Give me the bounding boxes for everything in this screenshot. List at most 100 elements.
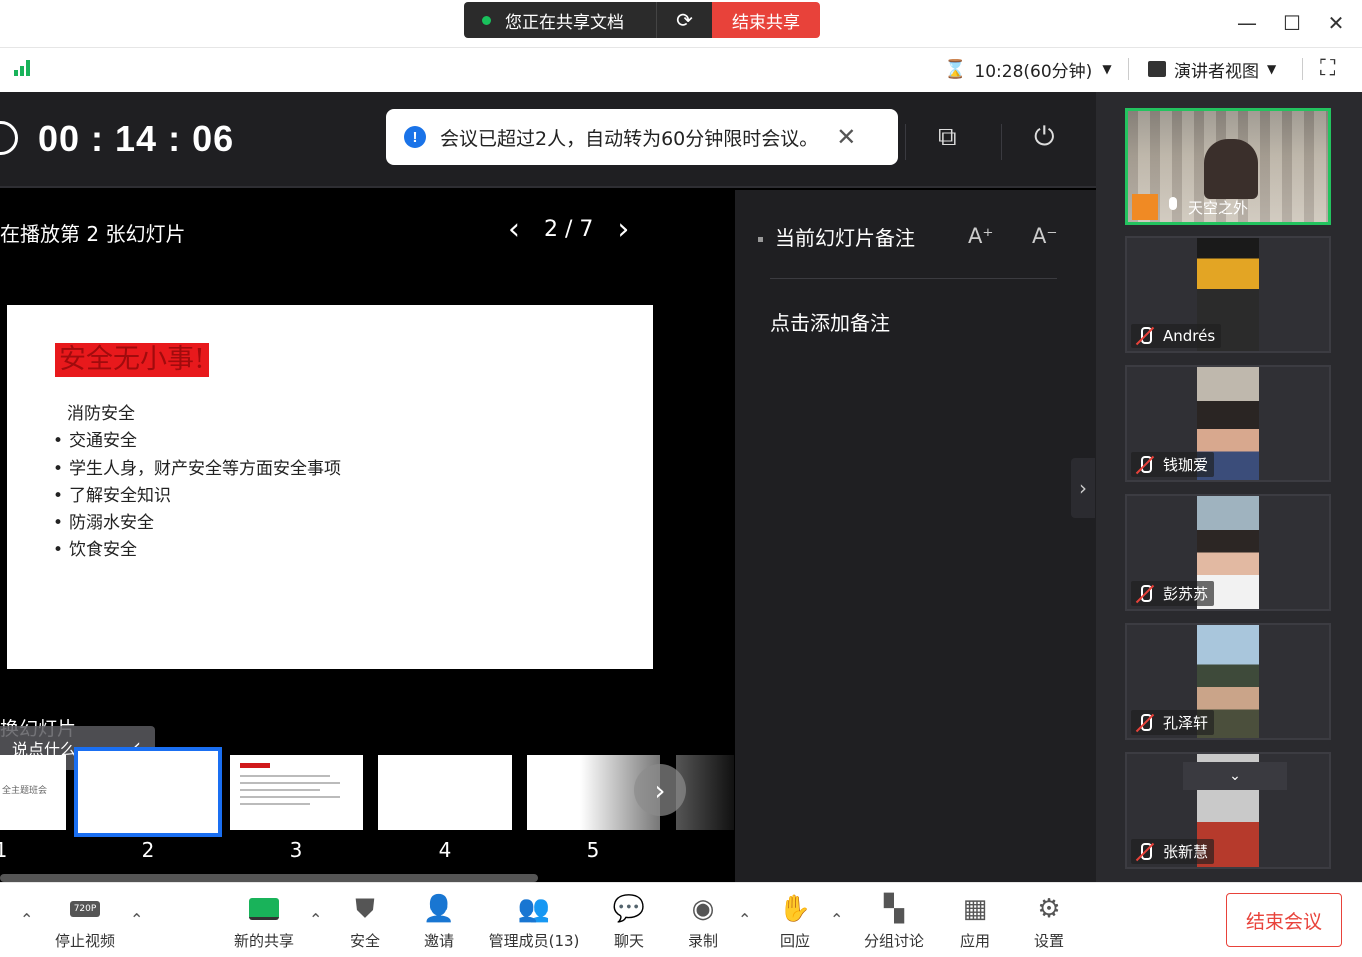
chevron-right-icon: › xyxy=(1079,476,1087,500)
participant-tile[interactable]: 彭苏苏 xyxy=(1125,494,1331,611)
hourglass-icon: ⌛ xyxy=(944,58,967,80)
thumb-line xyxy=(240,782,340,784)
participant-label: 彭苏苏 xyxy=(1131,581,1215,606)
breakout-icon: ▚ xyxy=(884,894,904,924)
current-slide: 安全无小事! 消防安全 交通安全 学生人身，财产安全等方面安全事项 了解安全知识… xyxy=(7,305,653,669)
meeting-time-dropdown[interactable]: ⌛ 10:28(60分钟) ▼ xyxy=(944,56,1112,82)
participant-tile[interactable]: Andrés xyxy=(1125,236,1331,353)
participant-tile[interactable]: 孔泽轩 xyxy=(1125,623,1331,740)
collapse-gallery-button[interactable]: › xyxy=(1071,458,1095,518)
microphone-muted-icon xyxy=(1135,842,1155,862)
refresh-share-button[interactable]: ⟳ xyxy=(656,2,712,38)
minimize-icon: — xyxy=(1237,11,1257,35)
slide-navigation: ‹ 2 / 7 › xyxy=(508,212,629,247)
slide-thumbnail-4[interactable] xyxy=(378,755,512,830)
record-icon: ◉ xyxy=(691,894,715,924)
switch-screen-button[interactable]: ⧉ xyxy=(938,122,957,153)
thumb-line xyxy=(240,775,330,777)
divider xyxy=(1128,58,1129,80)
reaction-options-button[interactable]: ⌃ xyxy=(830,910,843,929)
chevron-down-icon: ▼ xyxy=(1102,62,1112,76)
view-mode-dropdown[interactable]: 演讲者视图 ▼ xyxy=(1148,56,1276,82)
share-screen-icon xyxy=(219,892,309,926)
slide-bullet: 学生人身，财产安全等方面安全事项 xyxy=(53,456,341,483)
reaction-icon: ✋ xyxy=(778,894,812,924)
record-button[interactable]: ◉ 录制 xyxy=(658,892,748,951)
refresh-icon: ⟳ xyxy=(676,8,693,32)
close-button[interactable]: ✕ xyxy=(1321,8,1351,38)
thumbnail-scrollbar[interactable] xyxy=(0,874,538,882)
breakout-rooms-button[interactable]: ▚ 分组讨论 xyxy=(849,892,939,951)
video-options-button[interactable]: ⌃ xyxy=(130,910,143,929)
notes-title: 当前幻灯片备注 xyxy=(758,222,915,251)
settings-label: 设置 xyxy=(1033,932,1064,950)
minimize-button[interactable]: — xyxy=(1232,8,1262,38)
thumb-title-bar xyxy=(240,763,270,768)
notes-panel xyxy=(735,190,1096,882)
members-icon: 👥 xyxy=(517,894,551,924)
live-dot-icon xyxy=(482,15,491,25)
reaction-button[interactable]: ✋ 回应 xyxy=(750,892,840,951)
chevron-right-icon: › xyxy=(654,773,666,807)
stop-video-button[interactable]: 720P 停止视频 xyxy=(40,892,130,951)
decrease-font-button[interactable]: A⁻ xyxy=(1032,224,1057,248)
elapsed-timer: 00 : 14 : 06 xyxy=(38,118,235,159)
increase-font-button[interactable]: A⁺ xyxy=(968,224,993,248)
participant-name: 张新慧 xyxy=(1163,843,1209,861)
participant-label: 钱珈爱 xyxy=(1131,452,1215,477)
microphone-muted-icon xyxy=(1135,713,1155,733)
audio-options-button[interactable]: ⌃ xyxy=(20,910,33,929)
stop-share-button[interactable]: 结束共享 xyxy=(712,2,820,38)
camera-icon: 720P xyxy=(40,892,130,926)
end-presentation-button[interactable]: ⏻ xyxy=(1034,122,1055,153)
participant-tile[interactable]: ⌄ 张新慧 xyxy=(1125,752,1331,869)
thumbnails-next-button[interactable]: › xyxy=(634,764,686,816)
zoom-presenter-window: 您正在共享文档 ⟳ 结束共享 — ☐ ✕ ⌛ 10:28(60分钟) ▼ 演讲者… xyxy=(0,0,1362,957)
new-share-button[interactable]: 新的共享 xyxy=(219,892,309,951)
divider xyxy=(770,278,1057,279)
slide-thumbnail-2[interactable] xyxy=(74,747,222,837)
divider xyxy=(905,124,906,160)
prev-slide-icon[interactable]: ‹ xyxy=(508,212,520,247)
participant-label: 张新慧 xyxy=(1131,839,1215,864)
signal-strength-icon[interactable] xyxy=(14,60,30,76)
chevron-down-icon: ⌄ xyxy=(1229,768,1241,784)
share-pill: 您正在共享文档 ⟳ 结束共享 xyxy=(464,2,820,38)
invite-label: 邀请 xyxy=(423,932,454,950)
microphone-muted-icon xyxy=(1135,584,1155,604)
slide-bullet: 防溺水安全 xyxy=(53,510,341,537)
next-slide-icon[interactable]: › xyxy=(617,212,629,247)
settings-button[interactable]: ⚙ 设置 xyxy=(1004,892,1094,951)
new-share-label: 新的共享 xyxy=(233,932,294,950)
slide-body: 消防安全 交通安全 学生人身，财产安全等方面安全事项 了解安全知识 防溺水安全 … xyxy=(53,401,341,565)
slide-title: 安全无小事! xyxy=(55,343,209,377)
slide-line: 消防安全 xyxy=(67,404,135,424)
participant-video xyxy=(1204,139,1258,199)
participant-name: 天空之外 xyxy=(1188,198,1249,217)
participant-label: Andrés xyxy=(1131,324,1222,348)
breakout-label: 分组讨论 xyxy=(863,932,924,950)
manage-members-button[interactable]: 👥 管理成员(13) xyxy=(478,892,590,951)
microphone-muted-icon xyxy=(1135,455,1155,475)
thumb-number: 3 xyxy=(289,838,303,862)
end-meeting-button[interactable]: 结束会议 xyxy=(1226,893,1342,947)
toast-message: 会议已超过2人，自动转为60分钟限时会议。 xyxy=(440,127,819,150)
playing-slide-label: 在播放第 2 张幻灯片 xyxy=(0,222,186,246)
slide-thumbnail-3[interactable] xyxy=(230,755,363,830)
participant-tile[interactable]: 天空之外 xyxy=(1125,108,1331,225)
chevron-up-icon: ⌃ xyxy=(830,910,844,929)
participant-tile[interactable]: 钱珈爱 xyxy=(1125,365,1331,482)
fullscreen-button[interactable]: ⛶ xyxy=(1320,56,1335,81)
participant-name: 孔泽轩 xyxy=(1163,714,1209,732)
invite-button[interactable]: 👤 邀请 xyxy=(394,892,484,951)
slide-bullet: 交通安全 xyxy=(53,428,341,455)
toast-close-icon[interactable]: ✕ xyxy=(836,123,856,151)
participant-name: 钱珈爱 xyxy=(1163,456,1209,474)
gallery-scroll-down-button[interactable]: ⌄ xyxy=(1183,762,1287,790)
chevron-up-icon: ⌃ xyxy=(20,910,34,929)
chevron-down-icon: ▼ xyxy=(1267,62,1277,76)
thumb-line xyxy=(240,789,320,791)
slide-thumbnail-1[interactable]: 全主题班会 xyxy=(0,755,66,830)
maximize-button[interactable]: ☐ xyxy=(1277,8,1307,38)
add-notes-field[interactable]: 点击添加备注 xyxy=(770,307,890,336)
